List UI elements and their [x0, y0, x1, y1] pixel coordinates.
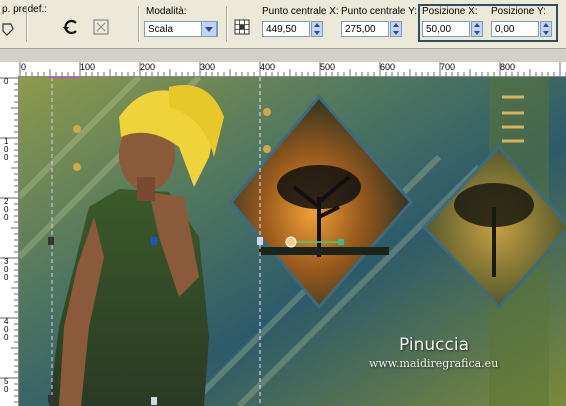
center-y-label: Punto centrale Y:: [341, 6, 417, 17]
ruler-label-100: 100: [80, 62, 96, 72]
ruler-label-600: 600: [380, 62, 396, 72]
ruler-vlabel-400: 4 0 0: [4, 317, 9, 342]
rotation-handle-icon[interactable]: [338, 239, 344, 245]
center-grid-icon[interactable]: [232, 14, 252, 40]
image-canvas[interactable]: Pinuccia www.maidiregrafica.eu: [19, 77, 566, 406]
ruler-vertical-ticks: [0, 77, 18, 403]
ruler-label-500: 500: [320, 62, 336, 72]
toolbar-separator: [138, 6, 140, 42]
ruler-vlabel-0: 0: [4, 77, 9, 86]
preset-label: p. predef.:: [2, 4, 48, 15]
deform-handle-bottom-left[interactable]: [48, 395, 54, 403]
workspace-gap: [0, 49, 566, 62]
ruler-vlabel-300: 3 0 0: [4, 257, 9, 282]
center-x-input[interactable]: 449,50: [262, 21, 310, 37]
ruler-label-400: 400: [260, 62, 276, 72]
ruler-label-800: 800: [500, 62, 516, 72]
toolbar-separator: [226, 6, 228, 42]
center-y-input[interactable]: 275,00: [341, 21, 389, 37]
ruler-horizontal: 0 100 200 300 400 500 600 700 800: [18, 62, 566, 77]
ruler-label-300: 300: [200, 62, 216, 72]
pos-y-input[interactable]: 0,00: [491, 21, 539, 37]
ruler-vlabel-500: 5 0: [4, 377, 9, 394]
pos-y-spinner[interactable]: [540, 21, 552, 37]
center-y-spinner[interactable]: [390, 21, 402, 37]
ruler-label-0: 0: [21, 62, 27, 72]
pivot-icon[interactable]: [285, 236, 297, 248]
mode-label: Modalità:: [146, 6, 187, 17]
ruler-label-200: 200: [140, 62, 156, 72]
ruler-vlabel-100: 1 0 0: [4, 137, 9, 162]
apply-icon[interactable]: [88, 14, 114, 40]
pos-x-spinner[interactable]: [471, 21, 483, 37]
preset-icon[interactable]: [0, 16, 16, 42]
deform-tool-options-bar: p. predef.: Modalità: Scala Punto centra…: [0, 0, 566, 49]
deform-handle-bottom[interactable]: [151, 397, 157, 405]
pos-x-input[interactable]: 50,00: [422, 21, 470, 37]
deform-handle-center[interactable]: [151, 237, 157, 245]
toolbar-separator: [26, 6, 28, 42]
ruler-vertical: 0 1 0 0 2 0 0 3 0 0 4 0 0 5 0: [0, 76, 19, 406]
pos-x-label: Posizione X:: [422, 6, 478, 17]
ruler-label-700: 700: [440, 62, 456, 72]
chevron-down-icon[interactable]: [201, 21, 217, 37]
reset-icon[interactable]: [58, 14, 84, 40]
watermark-name: Pinuccia: [399, 335, 469, 355]
ruler-corner: [0, 62, 19, 77]
ruler-horizontal-ticks: [19, 62, 566, 76]
center-x-spinner[interactable]: [311, 21, 323, 37]
center-x-label: Punto centrale X:: [262, 6, 339, 17]
pos-y-label: Posizione Y:: [491, 6, 546, 17]
watermark-site: www.maidiregrafica.eu: [369, 357, 499, 370]
ruler-vlabel-200: 2 0 0: [4, 197, 9, 222]
deform-handle-left[interactable]: [48, 237, 54, 245]
deform-handle-right[interactable]: [257, 237, 263, 245]
